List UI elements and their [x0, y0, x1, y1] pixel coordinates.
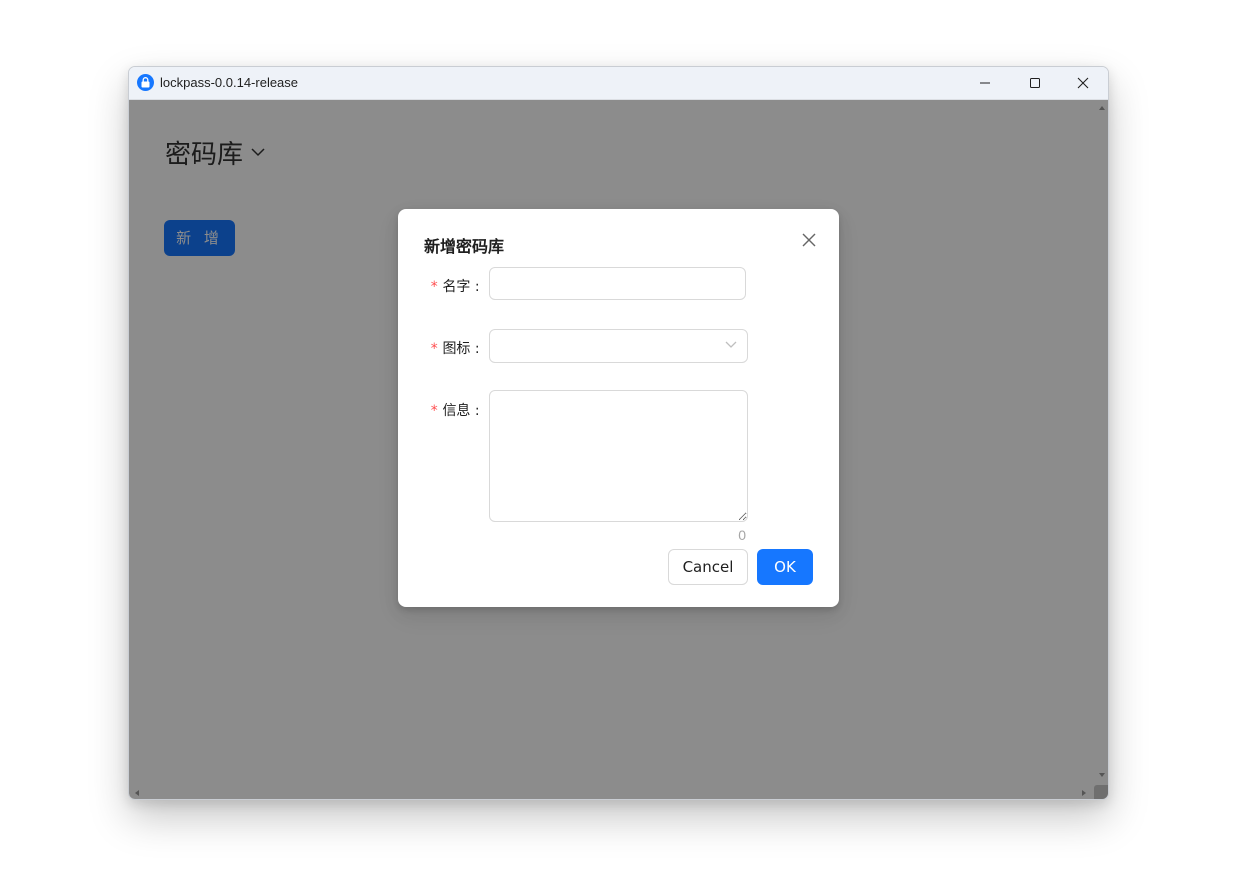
- name-label: * 名字 :: [430, 276, 480, 296]
- character-count: 0: [738, 527, 746, 543]
- close-icon: [1077, 77, 1089, 89]
- dialog-close-button[interactable]: [800, 231, 818, 249]
- dialog-title: 新增密码库: [424, 237, 505, 256]
- chevron-down-icon: [725, 341, 737, 348]
- title-bar[interactable]: lockpass-0.0.14-release: [129, 67, 1108, 100]
- label-colon: :: [474, 279, 480, 295]
- window-title: lockpass-0.0.14-release: [160, 75, 299, 90]
- info-label-text: 信息: [442, 403, 471, 419]
- window-close-button[interactable]: [1060, 67, 1106, 99]
- scroll-right-icon[interactable]: [1082, 790, 1086, 796]
- info-textarea[interactable]: [489, 390, 748, 522]
- lock-icon: [137, 74, 154, 91]
- ok-button[interactable]: OK: [757, 549, 813, 585]
- scrollbar-corner: [1094, 785, 1108, 799]
- scroll-down-icon[interactable]: [1099, 773, 1105, 777]
- minimize-button[interactable]: [962, 67, 1008, 99]
- name-input[interactable]: [489, 267, 746, 300]
- scroll-left-icon[interactable]: [135, 790, 139, 796]
- maximize-icon: [1030, 78, 1040, 88]
- icon-label: * 图标 :: [430, 338, 480, 358]
- scroll-up-icon[interactable]: [1099, 106, 1105, 110]
- minimize-icon: [980, 82, 990, 84]
- close-icon: [802, 233, 816, 247]
- vertical-scrollbar[interactable]: [1096, 100, 1108, 799]
- required-mark: *: [430, 279, 439, 295]
- icon-label-text: 图标: [442, 341, 471, 357]
- maximize-button[interactable]: [1012, 67, 1058, 99]
- cancel-button[interactable]: Cancel: [668, 549, 748, 585]
- info-label: * 信息 :: [430, 400, 480, 420]
- label-colon: :: [474, 341, 480, 357]
- horizontal-scrollbar[interactable]: [129, 787, 1108, 799]
- label-colon: :: [474, 403, 480, 419]
- new-vault-dialog: 新增密码库 * 名字 : * 图标 : * 信息 : 0 Cancel OK: [398, 209, 839, 607]
- required-mark: *: [430, 403, 439, 419]
- required-mark: *: [430, 341, 439, 357]
- icon-select[interactable]: [489, 329, 748, 363]
- name-label-text: 名字: [442, 279, 471, 295]
